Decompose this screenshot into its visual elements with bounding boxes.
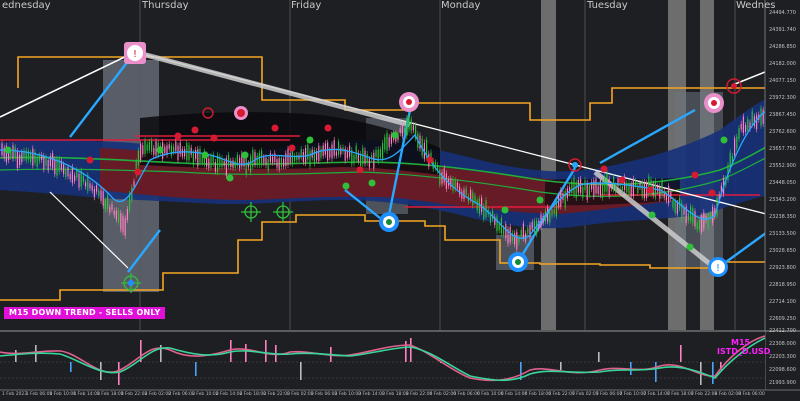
day-label-friday: Friday [291,0,322,11]
day-label-thursday: Thursday [142,0,189,11]
indicator-tick: 22203.300 [768,354,796,360]
time-tick: 7 Feb 18:00 [667,392,694,397]
price-tick: 22818.950 [768,282,796,288]
buy-signal-marker[interactable] [508,252,528,272]
price-tick: 23448.050 [768,180,796,186]
time-tick: 2 Feb 06:00 [168,392,195,397]
price-tick: 22609.250 [768,316,796,322]
price-tick: 24182.000 [768,61,796,67]
price-tick: 23238.350 [768,214,796,220]
time-tick: 8 Feb 02:00 [714,392,742,397]
time-tick: 1 Feb 22:00 [120,392,148,397]
price-tick: 23552.900 [768,163,796,169]
time-tick: 3 Feb 14:00 [358,392,385,397]
time-tick: 3 Feb 22:00 [405,392,433,397]
day-label-monday: Monday [441,0,481,11]
price-tick: 24391.740 [768,27,796,33]
day-label-tuesday: Tuesday [587,0,628,11]
time-tick: 6 Feb 10:00 [477,392,504,397]
indicator-tick: 22412.700 [768,328,796,334]
price-tick: 22714.100 [768,299,796,305]
time-tick: 6 Feb 22:00 [548,392,575,397]
time-tick: 1 Feb 14:00 [73,392,100,397]
indicator-tick: 22308.000 [768,341,796,347]
day-label-wednesday: ednesday [2,0,51,11]
price-tick: 23657.750 [768,146,796,152]
price-chart[interactable]: ! ! [0,0,800,401]
time-tick: 6 Feb 18:00 [524,392,552,397]
time-tick: 2 Feb 02:00 [144,392,172,397]
price-tick: 23972.300 [768,95,796,101]
trend-status-badge: M15 DOWN TREND - SELLS ONLY [4,307,166,319]
buy-signal-marker[interactable]: ! [708,257,728,277]
price-tick: 24494.770 [768,10,796,16]
time-tick: 7 Feb 22:00 [690,392,718,397]
price-tick: 23762.600 [768,129,796,135]
time-tick: 2 Feb 10:00 [192,392,219,397]
time-tick: 6 Feb 14:00 [500,392,528,397]
indicator-tick: 21993.900 [768,380,796,386]
time-tick: 7 Feb 06:00 [595,392,623,397]
time-tick: 2 Feb 18:00 [239,392,267,397]
time-tick: 7 Feb 10:00 [619,392,647,397]
time-tick: 2 Feb 14:00 [215,392,243,397]
time-tick: 6 Feb 06:00 [453,392,480,397]
sell-signal-marker[interactable]: ! [124,42,146,64]
price-tick: 22923.800 [768,265,796,271]
price-tick: 24077.150 [768,78,796,84]
time-tick: 6 Feb 02:00 [429,392,457,397]
symbol-label: ISTD_D.USD [717,347,771,356]
sell-signal-marker[interactable] [704,93,724,113]
time-tick: 3 Feb 06:00 [310,392,338,397]
time-tick: 1 Feb 18:00 [97,392,124,397]
buy-signal-marker[interactable] [379,212,399,232]
price-tick: 23133.500 [768,231,796,237]
time-tick: 1 Feb 06:00 [25,392,53,397]
oscillator-panel[interactable] [0,330,800,390]
sell-signal-marker[interactable] [399,92,419,112]
svg-text:!: ! [133,49,137,60]
time-tick: 7 Feb 14:00 [643,392,670,397]
time-tick: 1 Feb 10:00 [49,392,77,397]
time-tick: 3 Feb 18:00 [382,392,409,397]
price-tick: 23028.650 [768,248,796,254]
time-tick: 2 Feb 22:00 [263,392,290,397]
time-tick: 7 Feb 02:00 [572,392,599,397]
time-tick: 8 Feb 06:00 [738,392,765,397]
svg-text:!: ! [716,263,720,274]
timeframe-label: M15 [731,338,751,347]
time-tick: 1 Feb 2023 [2,392,28,397]
time-tick: 3 Feb 02:00 [287,392,314,397]
price-tick: 23867.450 [768,112,796,118]
price-tick: 24286.850 [768,44,796,50]
time-tick: 3 Feb 10:00 [334,392,362,397]
price-tick: 23343.200 [768,197,796,203]
chart-terminal[interactable]: ! ! ednesday Thursday Friday Monday Tues… [0,0,800,401]
indicator-tick: 22098.600 [768,367,796,373]
